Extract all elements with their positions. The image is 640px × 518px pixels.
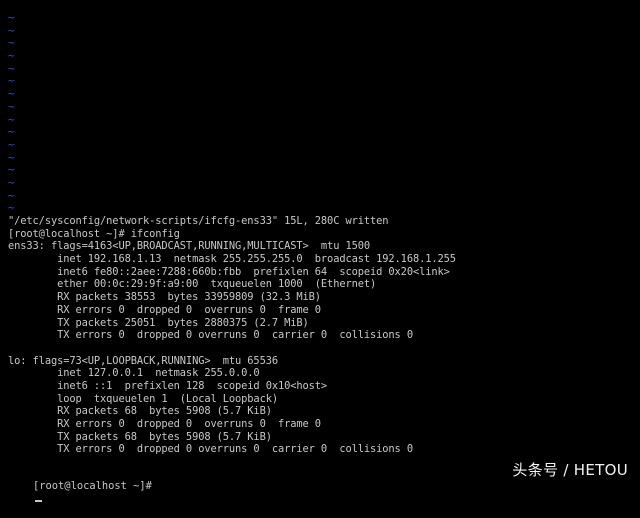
terminal-line: lo: flags=73<UP,LOOPBACK,RUNNING> mtu 65… <box>8 354 278 367</box>
terminal-line: inet 127.0.0.1 netmask 255.0.0.0 <box>8 367 260 380</box>
tilde-marker: ~ <box>8 49 15 63</box>
vi-empty-line-markers: ~ ~ ~ ~ ~ ~ ~ ~ ~ ~ ~ ~ ~ ~ ~ ~ <box>8 11 18 215</box>
terminal-window[interactable]: ~ ~ ~ ~ ~ ~ ~ ~ ~ ~ ~ ~ ~ ~ ~ ~ "/etc/sysconfig/network… <box>0 0 640 503</box>
terminal-line: ether 00:0c:29:9f:a9:00 txqueuelen 1000 … <box>8 278 377 291</box>
tilde-marker: ~ <box>8 137 15 151</box>
tilde-marker: ~ <box>8 125 15 139</box>
text-cursor <box>35 500 43 503</box>
terminal-line: RX packets 38553 bytes 33959809 (32.3 Mi… <box>8 291 321 304</box>
terminal-line: TX errors 0 dropped 0 overruns 0 carrier… <box>8 443 413 456</box>
terminal-line: loop txqueuelen 1 (Local Loopback) <box>8 392 278 405</box>
tilde-marker: ~ <box>8 11 15 24</box>
terminal-line: TX errors 0 dropped 0 overruns 0 carrier… <box>8 329 413 342</box>
prompt-text: [root@localhost ~]# <box>33 479 152 492</box>
terminal-output: "/etc/sysconfig/network-scripts/ifcfg-en… <box>8 215 628 456</box>
terminal-line: inet6 fe80::2aee:7288:660b:fbb prefixlen… <box>8 265 450 278</box>
terminal-line: TX packets 25051 bytes 2880375 (2.7 MiB) <box>8 316 309 329</box>
command-prompt-line[interactable]: [root@localhost ~]# <box>8 467 152 503</box>
terminal-line: inet 192.168.1.13 netmask 255.255.255.0 … <box>8 253 456 266</box>
terminal-line: RX errors 0 dropped 0 overruns 0 frame 0 <box>8 303 321 316</box>
tilde-marker: ~ <box>8 201 15 215</box>
terminal-line: RX packets 68 bytes 5908 (5.7 KiB) <box>8 405 272 418</box>
terminal-line: "/etc/sysconfig/network-scripts/ifcfg-en… <box>8 215 389 227</box>
terminal-line: TX packets 68 bytes 5908 (5.7 KiB) <box>8 430 272 443</box>
watermark: 头条号 / HETOU <box>512 461 628 479</box>
terminal-line: inet6 ::1 prefixlen 128 scopeid 0x10<hos… <box>8 379 328 392</box>
tilde-marker: ~ <box>8 99 15 113</box>
tilde-marker: ~ <box>8 87 15 101</box>
terminal-line: RX errors 0 dropped 0 overruns 0 frame 0 <box>8 418 321 430</box>
terminal-line: [root@localhost ~]# ifconfig <box>8 227 180 240</box>
tilde-marker: ~ <box>8 175 15 189</box>
terminal-line: ens33: flags=4163<UP,BROADCAST,RUNNING,M… <box>8 240 371 253</box>
